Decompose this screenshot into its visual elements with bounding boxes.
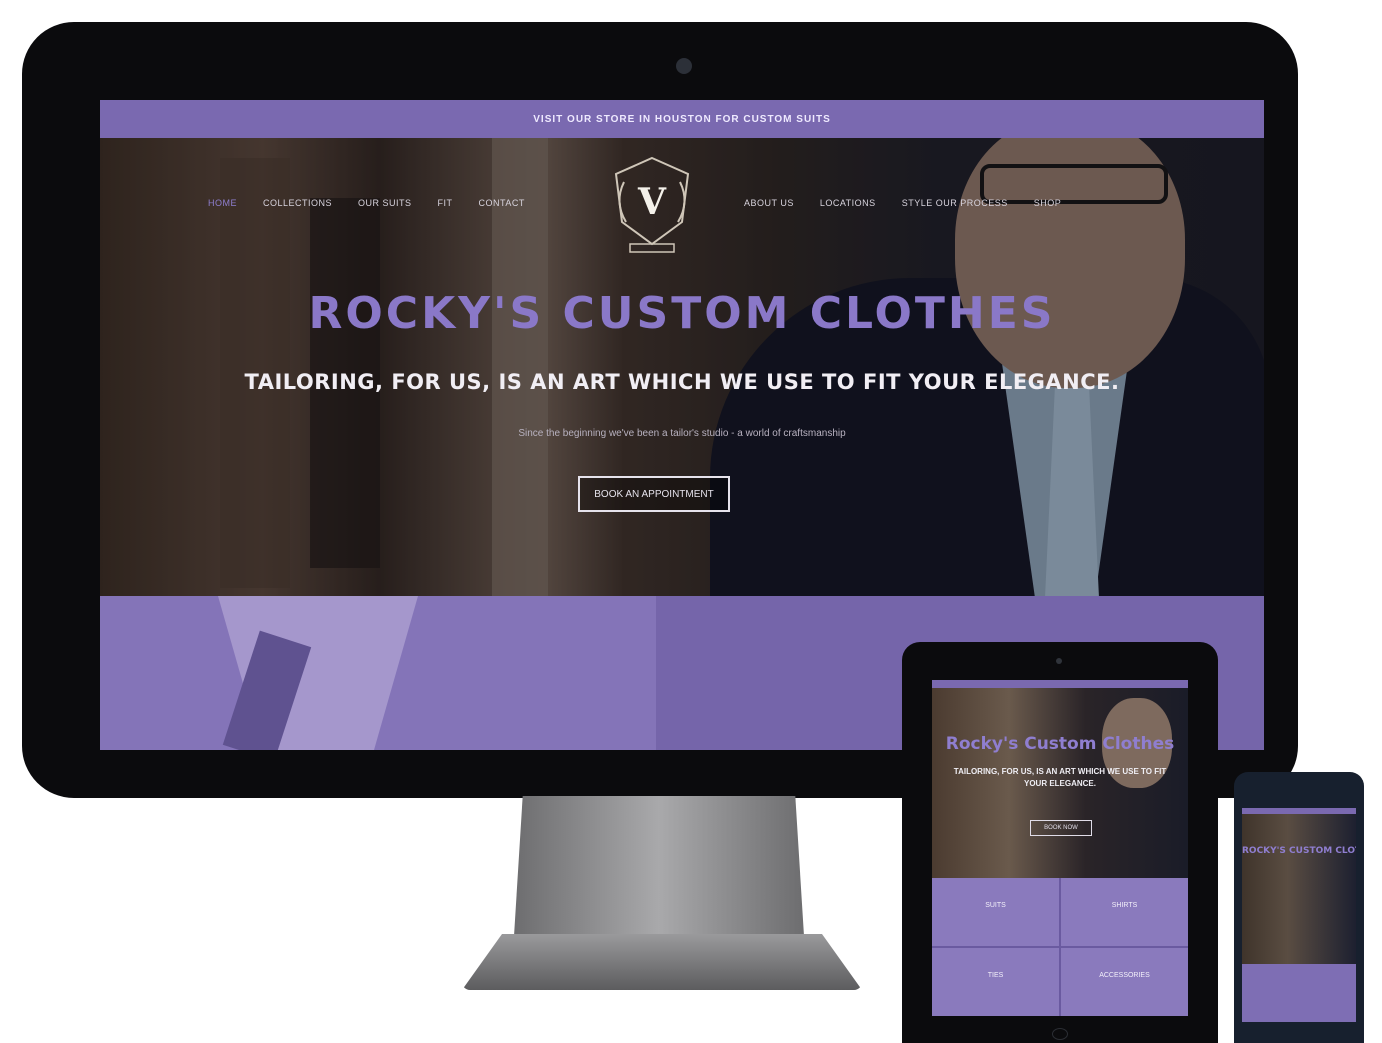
nav-item-our-suits[interactable]: OUR SUITS (358, 198, 412, 208)
tablet-tile[interactable]: SUITS (932, 878, 1059, 946)
nav-item-contact[interactable]: CONTACT (479, 198, 525, 208)
tablet-tile-grid: SUITS SHIRTS TIES ACCESSORIES (932, 878, 1188, 1016)
phone-hero-title: ROCKY'S CUSTOM CLOTHES (1242, 846, 1356, 856)
tablet-hero-title: Rocky's Custom Clothes (945, 734, 1175, 754)
nav-item-style-our-process[interactable]: STYLE OUR PROCESS (902, 198, 1008, 208)
tablet-announcement-bar (932, 680, 1188, 688)
tablet-tile[interactable]: SHIRTS (1061, 878, 1188, 946)
hero-section: HOME COLLECTIONS OUR SUITS FIT CONTACT V… (100, 138, 1264, 596)
tablet-screen: Rocky's Custom Clothes TAILORING, FOR US… (932, 680, 1188, 1016)
lower-left-photo (100, 596, 656, 750)
hero-subtitle: TAILORING, FOR US, IS AN ART WHICH WE US… (244, 370, 1120, 394)
monitor-base (462, 934, 862, 990)
monitor-stand (514, 796, 804, 936)
phone-device: ROCKY'S CUSTOM CLOTHES (1234, 772, 1364, 1043)
book-appointment-button[interactable]: BOOK AN APPOINTMENT (578, 476, 730, 512)
svg-text:V: V (637, 181, 667, 223)
camera-icon (676, 58, 692, 74)
tablet-tile-label: ACCESSORIES (1099, 972, 1150, 979)
nav-item-shop[interactable]: SHOP (1034, 198, 1062, 208)
tablet-book-button[interactable]: BOOK NOW (1030, 820, 1092, 836)
nav-left: HOME COLLECTIONS OUR SUITS FIT CONTACT (208, 198, 525, 208)
tablet-tile-label: SHIRTS (1111, 902, 1138, 909)
tablet-hero-subtitle: TAILORING, FOR US, IS AN ART WHICH WE US… (953, 767, 1167, 788)
nav-item-locations[interactable]: LOCATIONS (820, 198, 876, 208)
crest-icon: V (614, 156, 690, 253)
phone-lower-section (1242, 964, 1356, 1022)
brand-logo[interactable]: V (604, 152, 700, 260)
home-button-icon (1052, 1028, 1068, 1040)
phone-screen: ROCKY'S CUSTOM CLOTHES (1242, 808, 1356, 1022)
tablet-device: Rocky's Custom Clothes TAILORING, FOR US… (902, 642, 1218, 1043)
tablet-tile-label: TIES (987, 972, 1004, 979)
nav-item-about-us[interactable]: ABOUT US (744, 198, 794, 208)
camera-icon (1056, 658, 1062, 664)
hero-title: ROCKY'S CUSTOM CLOTHES (308, 288, 1056, 339)
nav-item-collections[interactable]: COLLECTIONS (263, 198, 332, 208)
tablet-tile[interactable]: TIES (932, 948, 1059, 1016)
nav-item-fit[interactable]: FIT (438, 198, 453, 208)
hero-description: Since the beginning we've been a tailor'… (518, 428, 846, 439)
phone-hero (1242, 814, 1356, 964)
nav-right: ABOUT US LOCATIONS STYLE OUR PROCESS SHO… (744, 198, 1061, 208)
tablet-tile[interactable]: ACCESSORIES (1061, 948, 1188, 1016)
announcement-bar[interactable]: VISIT OUR STORE IN HOUSTON FOR CUSTOM SU… (100, 100, 1264, 138)
tablet-tile-label: SUITS (985, 902, 1006, 909)
nav-item-home[interactable]: HOME (208, 198, 237, 208)
